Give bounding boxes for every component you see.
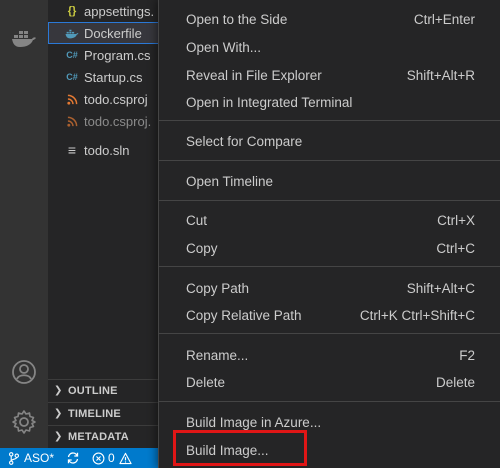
file-item-selected[interactable]: Dockerfile	[48, 22, 160, 44]
json-braces-icon: {}	[67, 5, 77, 17]
menu-item-copy-relative-path[interactable]: Copy Relative Path Ctrl+K Ctrl+Shift+C	[159, 301, 500, 329]
file-name: Program.cs	[84, 47, 151, 63]
error-icon	[92, 452, 105, 464]
menu-item-shortcut: Ctrl+K Ctrl+Shift+C	[359, 307, 475, 323]
csharp-icon: C#	[66, 72, 78, 82]
menu-item-shortcut: F2	[459, 347, 475, 363]
sync-icon[interactable]	[66, 451, 80, 465]
menu-item-cut[interactable]: Cut Ctrl+X	[159, 206, 500, 234]
file-item[interactable]: C# Program.cs	[48, 44, 160, 66]
menu-item-label: Open in Integrated Terminal	[186, 94, 353, 110]
account-icon[interactable]	[0, 348, 48, 396]
menu-item-label: Build Image in Azure...	[186, 414, 322, 430]
menu-item-select-for-compare[interactable]: Select for Compare	[159, 127, 500, 155]
activity-bar	[0, 0, 48, 448]
menu-item-label: Select for Compare	[186, 133, 303, 149]
menu-item-reveal-in-file-explorer[interactable]: Reveal in File Explorer Shift+Alt+R	[159, 61, 500, 89]
section-label: OUTLINE	[68, 384, 118, 397]
menu-item-label: Copy Path	[186, 280, 250, 296]
menu-item-open-in-terminal[interactable]: Open in Integrated Terminal	[159, 88, 500, 116]
menu-item-open-timeline[interactable]: Open Timeline	[159, 167, 500, 195]
section-timeline[interactable]: ❯ TIMELINE	[48, 402, 160, 424]
source-control-branch[interactable]: ASO*	[8, 451, 54, 465]
menu-item-label: Copy Relative Path	[186, 307, 302, 323]
file-name: todo.csproj	[84, 91, 148, 107]
lines-icon: ≡	[67, 142, 77, 158]
menu-item-label: Open to the Side	[186, 11, 288, 27]
highlight-annotation-box	[173, 430, 307, 466]
file-name: appsettings.	[84, 3, 155, 19]
menu-item-copy-path[interactable]: Copy Path Shift+Alt+C	[159, 274, 500, 302]
menu-item-shortcut: Ctrl+X	[437, 212, 475, 228]
git-branch-icon	[8, 451, 20, 465]
menu-item-rename[interactable]: Rename... F2	[159, 341, 500, 369]
menu-item-label: Copy	[186, 240, 218, 256]
context-menu: Open to the Side Ctrl+Enter Open With...…	[158, 0, 500, 468]
section-label: TIMELINE	[68, 407, 121, 420]
file-item[interactable]: todo.csproj.	[48, 110, 160, 132]
file-item[interactable]: ≡ todo.sln	[48, 139, 160, 161]
menu-item-label: Rename...	[186, 347, 249, 363]
chevron-right-icon: ❯	[54, 408, 63, 419]
menu-item-open-to-side[interactable]: Open to the Side Ctrl+Enter	[159, 5, 500, 33]
menu-item-shortcut: Shift+Alt+C	[406, 280, 475, 296]
docker-icon	[64, 28, 80, 39]
menu-item-label: Cut	[186, 212, 208, 228]
menu-item-delete[interactable]: Delete Delete	[159, 368, 500, 396]
menu-item-label: Reveal in File Explorer	[186, 67, 322, 83]
status-bar: ASO* 0	[0, 448, 158, 468]
menu-item-shortcut: Ctrl+Enter	[413, 11, 475, 27]
section-outline[interactable]: ❯ OUTLINE	[48, 379, 160, 401]
menu-item-shortcut: Ctrl+C	[436, 240, 475, 256]
rss-icon	[64, 116, 80, 127]
menu-separator	[159, 401, 500, 402]
menu-separator	[159, 333, 500, 334]
chevron-right-icon: ❯	[54, 431, 63, 442]
section-label: METADATA	[68, 430, 129, 443]
error-count: 0	[108, 451, 115, 465]
docker-icon[interactable]	[0, 14, 48, 62]
branch-name: ASO*	[24, 451, 55, 465]
menu-item-copy[interactable]: Copy Ctrl+C	[159, 234, 500, 262]
file-name: Dockerfile	[84, 25, 142, 41]
file-name: Startup.cs	[84, 69, 143, 85]
csharp-icon: C#	[66, 50, 78, 60]
menu-item-label: Open Timeline	[186, 173, 274, 189]
chevron-right-icon: ❯	[54, 385, 63, 396]
file-item[interactable]: {} appsettings.	[48, 0, 160, 22]
warning-icon	[119, 452, 132, 464]
menu-separator	[159, 160, 500, 161]
menu-separator	[159, 200, 500, 201]
menu-item-open-with[interactable]: Open With...	[159, 33, 500, 61]
menu-separator	[159, 266, 500, 267]
menu-item-label: Delete	[186, 374, 226, 390]
menu-item-shortcut: Delete	[435, 374, 475, 390]
file-name: todo.csproj.	[84, 113, 152, 129]
problems-indicator[interactable]: 0	[92, 451, 132, 465]
menu-separator	[159, 120, 500, 121]
gear-icon[interactable]	[0, 398, 48, 446]
file-name: todo.sln	[84, 142, 130, 158]
section-metadata[interactable]: ❯ METADATA	[48, 425, 160, 447]
file-item[interactable]: todo.csproj	[48, 88, 160, 110]
file-item[interactable]: C# Startup.cs	[48, 66, 160, 88]
menu-item-shortcut: Shift+Alt+R	[406, 67, 475, 83]
menu-item-label: Open With...	[186, 39, 262, 55]
rss-icon	[64, 94, 80, 105]
